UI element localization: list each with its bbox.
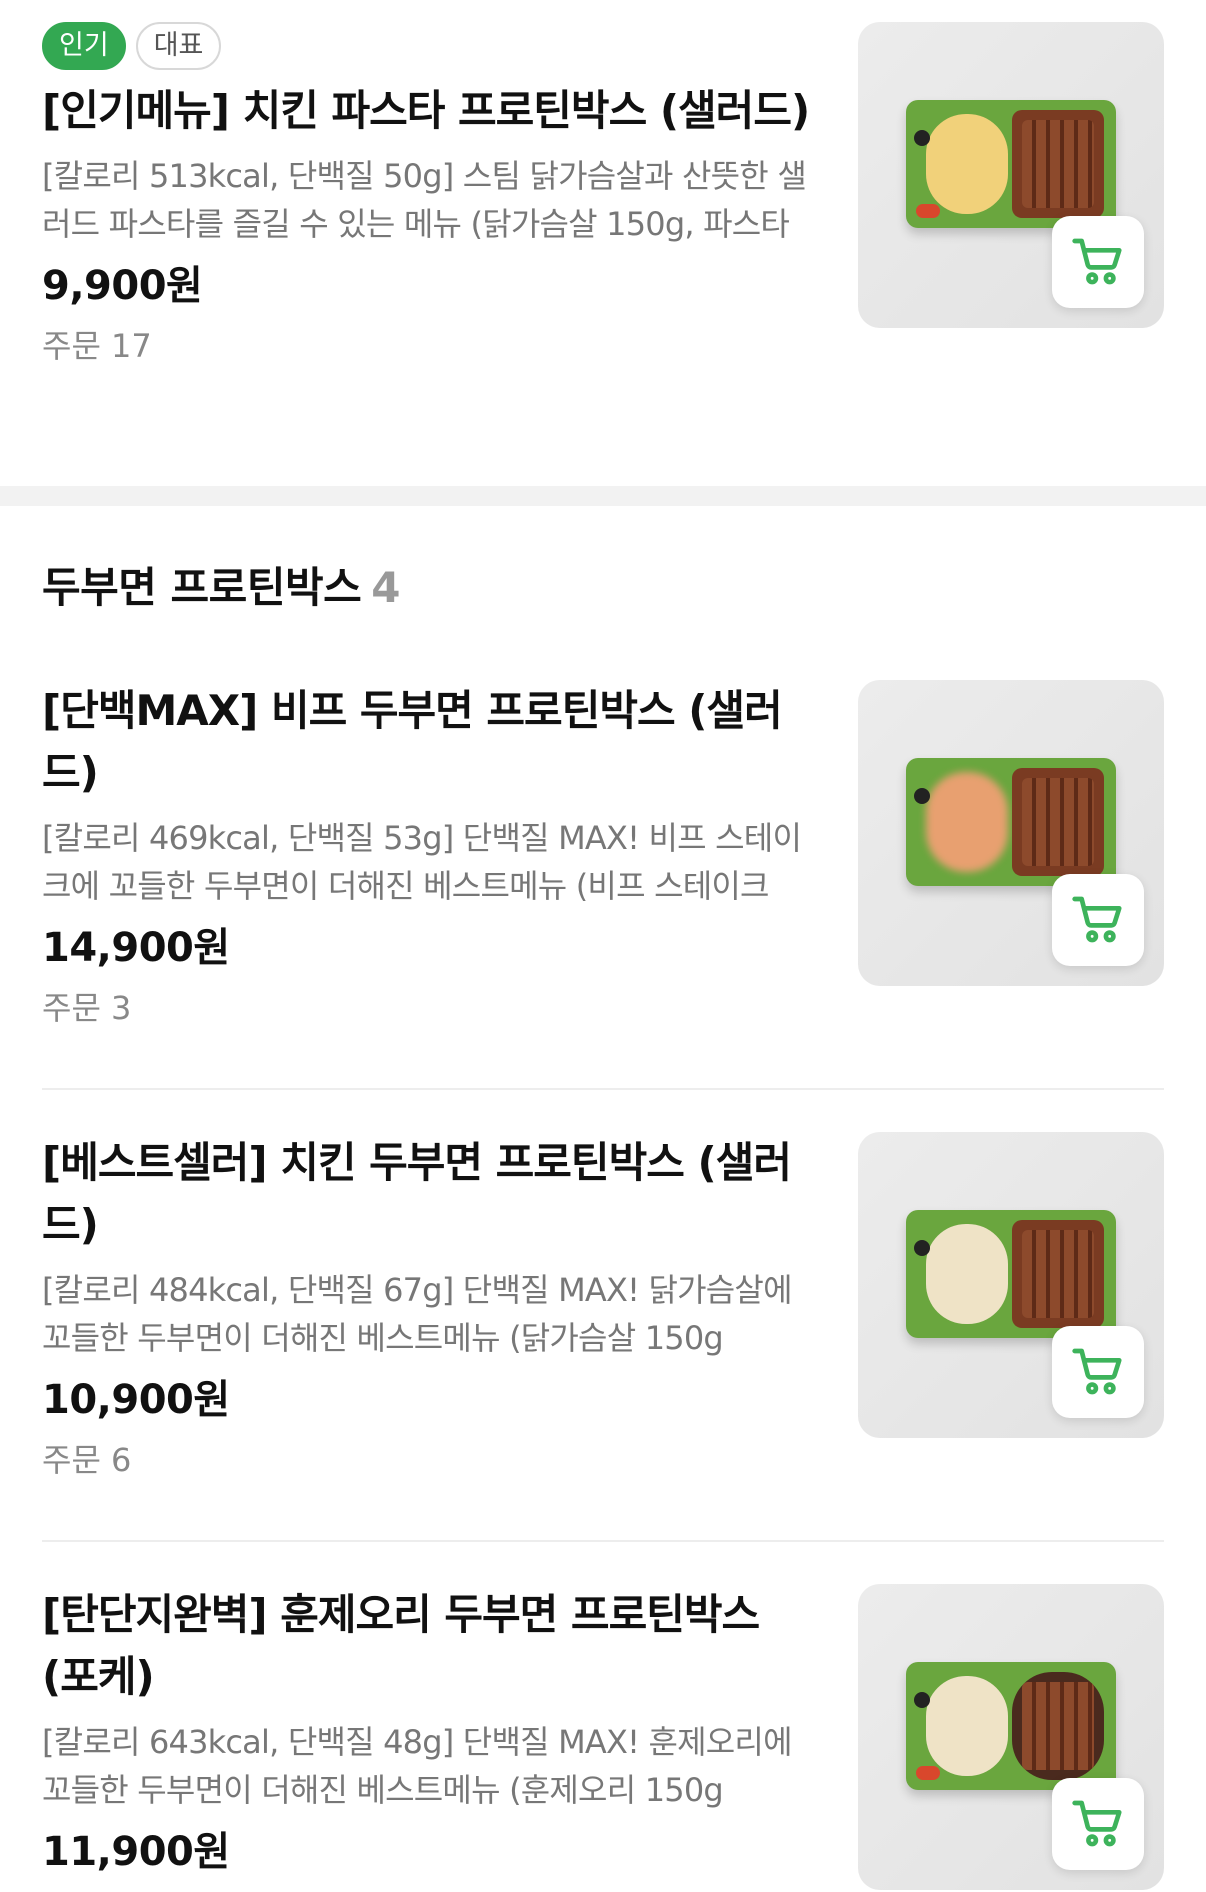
menu-item-description: [칼로리 484kcal, 단백질 67g] 단백질 MAX! 닭가슴살에 꼬들… bbox=[42, 1271, 793, 1357]
menu-item-price: 10,900원 bbox=[42, 1377, 230, 1423]
representative-badge: 대표 bbox=[135, 22, 222, 70]
add-to-cart-button[interactable] bbox=[1052, 216, 1144, 308]
badge-row: 인기 대표 bbox=[42, 22, 822, 70]
menu-item-title: [단백MAX] 비프 두부면 프로틴박스 (샐러드) bbox=[42, 686, 783, 797]
add-to-cart-button[interactable] bbox=[1052, 1326, 1144, 1418]
menu-item-title: [베스트셀러] 치킨 두부면 프로틴박스 (샐러드) bbox=[42, 1138, 792, 1249]
food-photo bbox=[906, 758, 1116, 886]
menu-item[interactable]: [베스트셀러] 치킨 두부면 프로틴박스 (샐러드) [칼로리 484kcal,… bbox=[42, 1132, 1164, 1532]
menu-item-title: [인기메뉴] 치킨 파스타 프로틴박스 (샐러드) bbox=[42, 86, 810, 135]
menu-item-description: [칼로리 643kcal, 단백질 48g] 단백질 MAX! 훈제오리에 꼬들… bbox=[42, 1723, 793, 1809]
item-divider bbox=[42, 1540, 1164, 1542]
food-photo bbox=[906, 1662, 1116, 1790]
menu-item-text: [단백MAX] 비프 두부면 프로틴박스 (샐러드) [칼로리 469kcal,… bbox=[42, 680, 822, 1032]
menu-item-image[interactable] bbox=[858, 1584, 1164, 1890]
menu-item-price: 9,900원 bbox=[42, 263, 203, 309]
add-to-cart-button[interactable] bbox=[1052, 874, 1144, 966]
section-title: 두부면 프로틴박스 bbox=[42, 563, 362, 612]
section-header: 두부면 프로틴박스 4 bbox=[42, 558, 400, 618]
menu-item-price: 11,900원 bbox=[42, 1829, 230, 1875]
menu-item-text: [베스트셀러] 치킨 두부면 프로틴박스 (샐러드) [칼로리 484kcal,… bbox=[42, 1132, 822, 1484]
menu-list-page: 인기 대표 [인기메뉴] 치킨 파스타 프로틴박스 (샐러드) [칼로리 513… bbox=[0, 0, 1206, 1892]
menu-item-orders: 주문 6 bbox=[42, 1441, 132, 1479]
shopping-cart-icon bbox=[1072, 238, 1122, 285]
menu-item-title: [탄단지완벽] 훈제오리 두부면 프로틴박스 (포케) bbox=[42, 1590, 760, 1701]
food-photo bbox=[906, 100, 1116, 228]
food-photo bbox=[906, 1210, 1116, 1338]
shopping-cart-icon bbox=[1072, 896, 1122, 943]
menu-item-description: [칼로리 513kcal, 단백질 50g] 스팀 닭가슴살과 산뜻한 샐러드 … bbox=[42, 157, 807, 243]
menu-item-orders: 주문 3 bbox=[42, 989, 132, 1027]
menu-item-image[interactable] bbox=[858, 22, 1164, 328]
section-divider bbox=[0, 486, 1206, 506]
popular-badge: 인기 bbox=[42, 22, 126, 70]
menu-item[interactable]: [탄단지완벽] 훈제오리 두부면 프로틴박스 (포케) [칼로리 643kcal… bbox=[42, 1584, 1164, 1892]
menu-item-image[interactable] bbox=[858, 680, 1164, 986]
add-to-cart-button[interactable] bbox=[1052, 1778, 1144, 1870]
item-divider bbox=[42, 1088, 1164, 1090]
menu-item-orders: 주문 17 bbox=[42, 327, 152, 365]
shopping-cart-icon bbox=[1072, 1800, 1122, 1847]
menu-item-text: [탄단지완벽] 훈제오리 두부면 프로틴박스 (포케) [칼로리 643kcal… bbox=[42, 1584, 822, 1882]
menu-item[interactable]: [단백MAX] 비프 두부면 프로틴박스 (샐러드) [칼로리 469kcal,… bbox=[42, 680, 1164, 1080]
menu-item-image[interactable] bbox=[858, 1132, 1164, 1438]
menu-item-description: [칼로리 469kcal, 단백질 53g] 단백질 MAX! 비프 스테이크에… bbox=[42, 819, 802, 905]
menu-item-price: 14,900원 bbox=[42, 925, 230, 971]
section-count: 4 bbox=[371, 563, 400, 612]
menu-item-text: 인기 대표 [인기메뉴] 치킨 파스타 프로틴박스 (샐러드) [칼로리 513… bbox=[42, 22, 822, 370]
shopping-cart-icon bbox=[1072, 1348, 1122, 1395]
menu-item[interactable]: 인기 대표 [인기메뉴] 치킨 파스타 프로틴박스 (샐러드) [칼로리 513… bbox=[42, 22, 1164, 442]
